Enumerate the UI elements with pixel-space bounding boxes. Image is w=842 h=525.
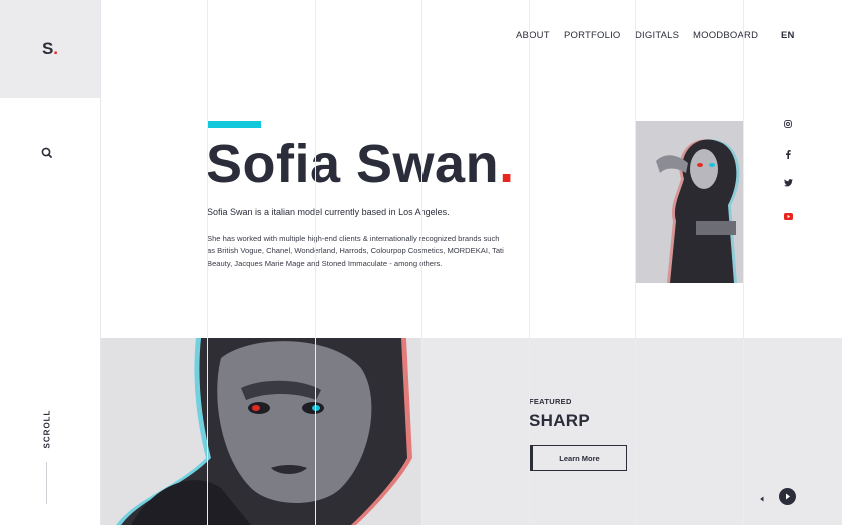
facebook-icon[interactable] <box>783 149 793 159</box>
search-icon[interactable] <box>40 146 54 160</box>
next-arrow-icon[interactable] <box>779 488 796 505</box>
nav-portfolio[interactable]: PORTFOLIO <box>564 30 621 41</box>
featured-title: SHARP <box>529 411 591 430</box>
accent-bar <box>207 121 261 128</box>
intro-text: Sofia Swan is a italian model currently … <box>207 207 450 217</box>
language-switch[interactable]: EN <box>781 30 795 41</box>
bio-text: She has worked with multiple high-end cl… <box>207 234 504 268</box>
portrait-image <box>636 121 744 283</box>
page-title: Sofia Swan. <box>206 134 515 194</box>
site-logo[interactable]: S. <box>42 39 58 59</box>
featured-label: FEATURED <box>529 397 572 406</box>
learn-more-button[interactable]: Learn More <box>529 445 627 471</box>
youtube-icon[interactable] <box>783 211 793 221</box>
instagram-icon[interactable] <box>783 119 793 129</box>
main-nav: ABOUT PORTFOLIO DIGITALS MOODBOARD EN <box>0 30 842 42</box>
logo-box[interactable]: S. <box>0 0 100 98</box>
nav-about[interactable]: ABOUT <box>516 30 550 41</box>
featured-photo <box>101 338 421 525</box>
scroll-line <box>46 462 47 504</box>
nav-moodboard[interactable]: MOODBOARD <box>693 30 758 41</box>
prev-arrow-icon[interactable] <box>757 491 767 502</box>
scroll-label: SCROLL <box>42 409 52 449</box>
nav-digitals[interactable]: DIGITALS <box>635 30 679 41</box>
twitter-icon[interactable] <box>783 178 793 188</box>
